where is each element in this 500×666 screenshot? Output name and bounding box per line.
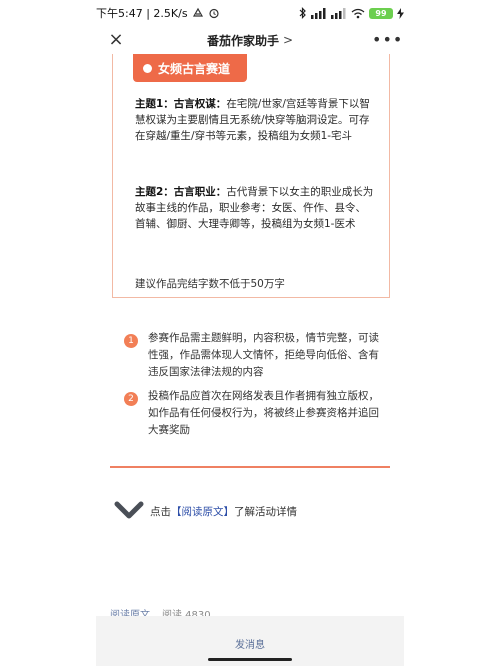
more-options-icon[interactable]: ••• [372, 30, 402, 50]
bluetooth-icon [299, 7, 306, 19]
chevron-down-icon [114, 501, 144, 519]
rule-text: 参赛作品需主题鲜明，内容积极，情节完整，可读性强，作品需体现人文情怀，拒绝导向低… [148, 332, 379, 378]
article-content: 女频古言赛道 主题1：古言权谋：在宅院/世家/宫廷等背景下以智慧权谋为主要剧情且… [96, 54, 404, 666]
read-more-prefix: 点击 [150, 505, 171, 518]
rule-text: 投稿作品应首次在网络发表且作者拥有独立版权，如作品有任何侵权行为，将被终止参赛资… [148, 390, 379, 436]
nav-bar: × 番茄作家助手 > ••• [96, 26, 404, 54]
theme1-label: 主题1：古言权谋： [135, 98, 227, 110]
home-indicator[interactable] [208, 658, 292, 661]
word-count-note: 建议作品完结字数不低于50万字 [135, 278, 285, 290]
read-more-line: 点击 【阅读原文】 了解活动详情 [114, 498, 297, 524]
app-notification-icon [192, 7, 203, 17]
track-card: 女频古言赛道 主题1：古言权谋：在宅院/世家/宫廷等背景下以智慧权谋为主要剧情且… [112, 54, 390, 298]
theme1-paragraph: 主题1：古言权谋：在宅院/世家/宫廷等背景下以智慧权谋为主要剧情且无系统/快穿等… [135, 96, 375, 144]
battery-icon: 99 [369, 7, 393, 19]
track-tag: 女频古言赛道 [133, 54, 247, 82]
signal-icon-2 [331, 7, 346, 19]
rule-number-badge: 2 [124, 392, 138, 406]
rule-number-badge: 1 [124, 334, 138, 348]
message-bar: 发消息 [96, 616, 404, 666]
status-right: 99 [298, 7, 404, 19]
track-tag-label: 女频古言赛道 [158, 61, 231, 76]
tag-dot-icon [143, 63, 152, 73]
theme2-paragraph: 主题2：古言职业：古代背景下以女主的职业成长为故事主线的作品，职业参考：女医、仵… [135, 184, 375, 232]
signal-icon [311, 7, 326, 19]
read-original-link[interactable]: 【阅读原文】 [171, 504, 234, 519]
close-icon[interactable]: × [106, 30, 126, 50]
status-bar: 下午5:47 | 2.5K/s 99 [96, 0, 404, 26]
charging-icon [397, 7, 404, 19]
send-message-button[interactable]: 发消息 [96, 636, 404, 651]
theme2-label: 主题2：古言职业： [135, 186, 227, 198]
page-title[interactable]: 番茄作家助手 [207, 32, 279, 49]
section-divider [110, 466, 390, 468]
read-more-suffix: 了解活动详情 [234, 505, 297, 518]
wifi-icon [351, 8, 365, 18]
chevron-right-icon[interactable]: > [283, 33, 293, 47]
status-time-speed: 下午5:47 | 2.5K/s [96, 7, 188, 20]
alarm-icon [208, 8, 219, 19]
status-left: 下午5:47 | 2.5K/s [96, 5, 220, 21]
